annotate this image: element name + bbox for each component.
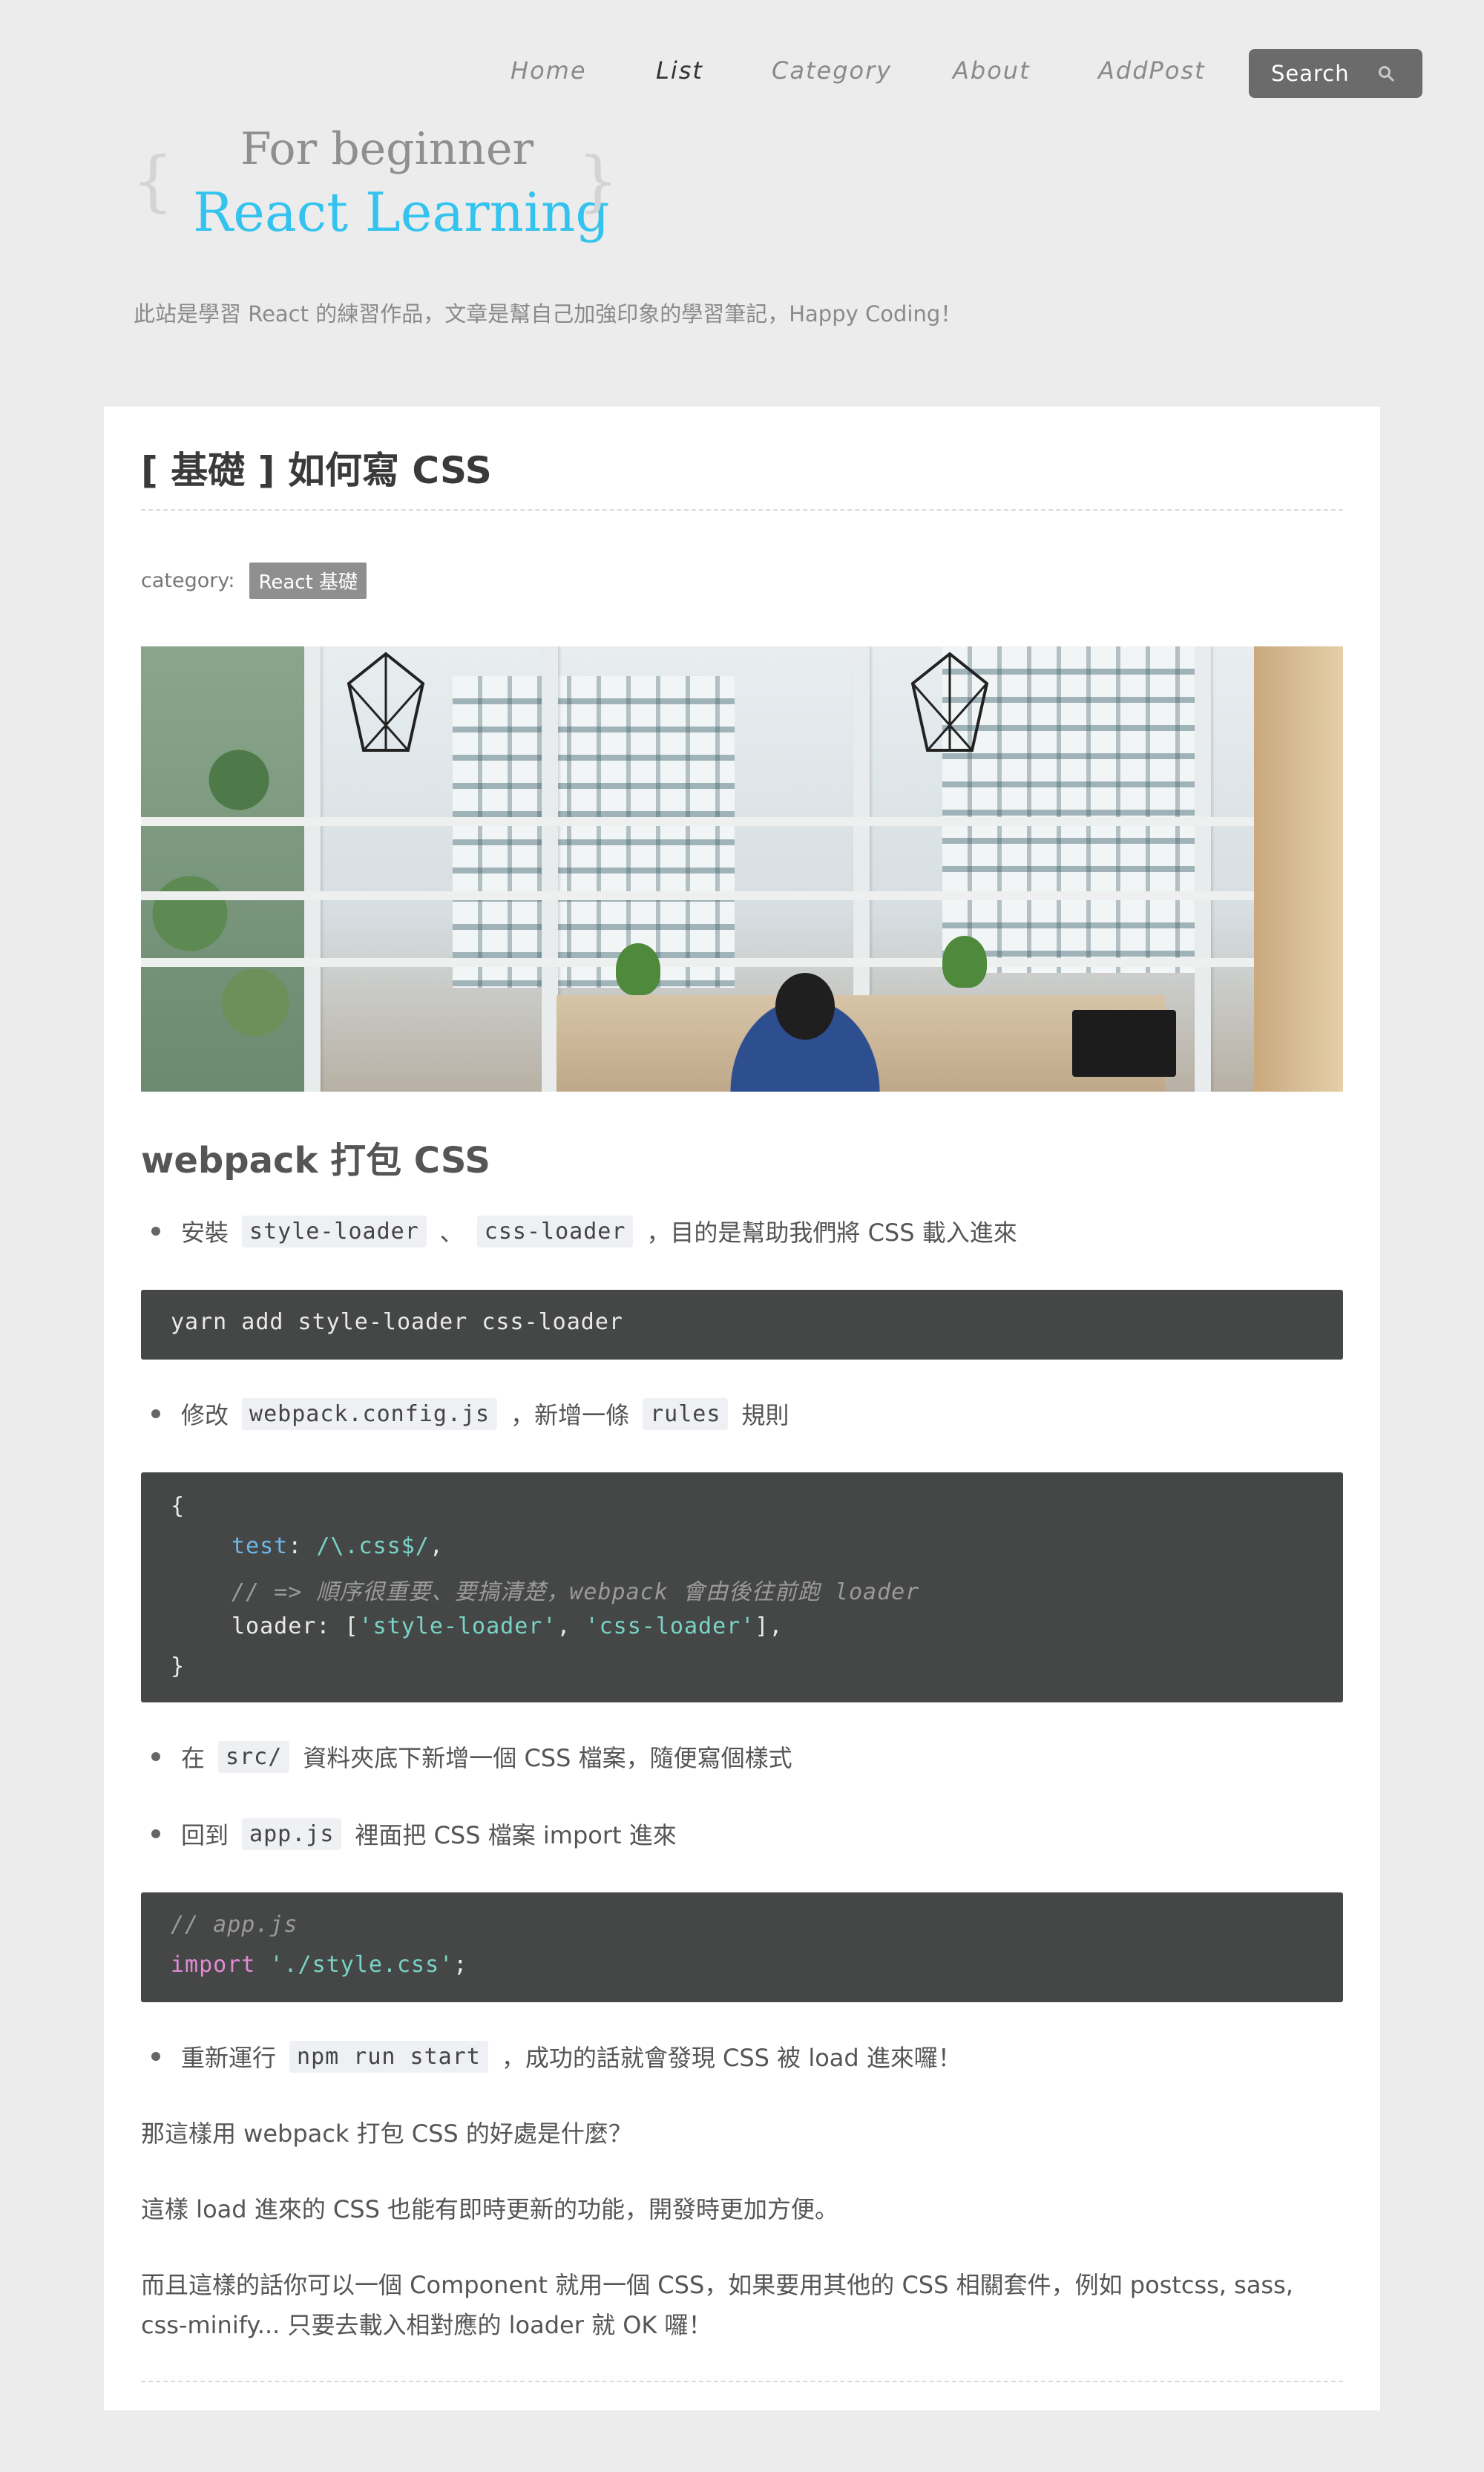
hero-window-rail [141,958,1343,967]
list-item-text: 裡面把 CSS 檔案 import 進來 [355,1821,677,1849]
code-token: import [171,1952,256,1978]
nav-item-addpost[interactable]: AddPost [1098,56,1206,85]
code-line: } [171,1653,186,1679]
code-block: // app.js import './style.css'; [141,1892,1343,2002]
hero-window-frame [304,646,321,1092]
code-line: yarn add style-loader css-loader [171,1309,623,1335]
inline-code: style-loader [242,1215,427,1248]
code-token: ; [453,1952,468,1978]
code-line: { [171,1493,186,1519]
hero-person-head [775,973,835,1040]
list-item: 回到 app.js 裡面把 CSS 檔案 import 進來 [141,1817,680,1851]
post-title: [ 基礎 ] 如何寫 CSS [141,449,492,492]
hero-plant [616,943,660,995]
list-item-text: ，成功的話就會發現 CSS 被 load 進來囉！ [501,2044,962,2072]
list-item-text: 規則 [741,1401,789,1429]
hero-window-rail [141,817,1343,826]
nav-item-category[interactable]: Category [772,56,892,85]
list-item-text: 修改 [181,1401,229,1429]
code-block: { test: /\.css$/, // => 順序很重要、要搞清楚，webpa… [141,1472,1343,1702]
hero-plant [942,936,987,988]
category-label: category: [141,569,235,592]
category-badge[interactable]: React 基礎 [249,563,367,599]
code-token: ], [755,1613,784,1639]
logo-brace-open: { [132,142,174,219]
paragraph: 這樣 load 進來的 CSS 也能有即時更新的功能，開發時更加方便。 [141,2195,839,2223]
code-token: loader [232,1613,317,1639]
hero-wood-panel [1254,646,1343,1092]
inline-code: css-loader [476,1215,634,1248]
search-icon [1379,66,1394,82]
hero-lamp-icon [347,652,425,752]
code-token: 'style-loader' [358,1613,557,1639]
inline-code: rules [643,1397,729,1430]
code-line: test: /\.css$/, [232,1533,444,1559]
list-item-text: 資料夾底下新增一個 CSS 檔案，隨便寫個樣式 [303,1744,792,1772]
code-token: /\.css$/ [316,1533,430,1559]
code-comment: // => 順序很重要、要搞清楚，webpack 會由後往前跑 loader [232,1579,920,1605]
logo-brace-close: } [577,142,619,219]
post-hero-image [141,646,1343,1092]
list-item-text: ，目的是幫助我們將 CSS 載入進來 [646,1219,1017,1247]
list-item-text: 重新運行 [181,2044,277,2072]
bullet-dot [151,1829,160,1838]
nav-item-list[interactable]: List [656,56,712,95]
list-item-text: ，新增一條 [510,1401,630,1429]
footer-divider [141,2381,1343,2382]
code-token: test [232,1533,289,1559]
list-item-text: 安裝 [181,1219,229,1247]
code-line: import './style.css'; [171,1952,467,1978]
bullet-dot [151,1227,160,1236]
code-token: , [556,1613,585,1639]
site-logo[interactable]: { For beginner React Learning } [132,119,619,252]
hero-laptop [1072,1010,1176,1077]
post-card: [ 基礎 ] 如何寫 CSS category: React 基礎 webpac… [104,407,1380,2410]
hero-window-frame [1195,646,1211,1092]
hero-window-rail [141,891,1343,900]
paragraph: 而且這樣的話你可以一個 Component 就用一個 CSS，如果要用其他的 C… [141,2271,1293,2339]
title-divider [141,509,1343,511]
nav-item-list-label: List [656,56,703,85]
hero-window-frame [542,646,558,1092]
list-item: 修改 webpack.config.js ，新增一條 rules 規則 [141,1397,792,1431]
hero-city-view [141,646,304,1092]
search-button-label: Search [1271,61,1350,86]
bullet-dot [151,1409,160,1418]
top-nav: Home List Category About AddPost Search [0,49,1484,98]
hero-lamp-icon [910,652,989,752]
site-tagline: 此站是學習 React 的練習作品，文章是幫自己加強印象的學習筆記，Happy … [134,301,962,327]
bullet-dot [151,2052,160,2061]
code-comment: // app.js [171,1912,298,1938]
code-block: yarn add style-loader css-loader [141,1290,1343,1360]
inline-code: app.js [242,1817,342,1850]
logo-subtitle: For beginner [240,123,534,175]
list-item: 安裝 style-loader 、 css-loader ，目的是幫助我們將 C… [141,1214,1020,1248]
nav-item-about[interactable]: About [953,56,1031,85]
list-item: 重新運行 npm run start ，成功的話就會發現 CSS 被 load … [141,2039,965,2073]
bullet-dot [151,1752,160,1761]
list-item-text: 回到 [181,1821,229,1849]
list-item-text: 在 [181,1744,206,1772]
logo-title: React Learning [193,181,610,243]
nav-item-home[interactable]: Home [510,56,587,85]
inline-code: webpack.config.js [242,1397,498,1430]
hero-building [453,676,735,988]
list-item-text: 、 [439,1219,464,1247]
search-button[interactable]: Search [1249,49,1422,98]
category-row: category: React 基礎 [141,563,367,599]
code-token: : [ [316,1613,359,1639]
code-token: , [429,1533,444,1559]
inline-code: npm run start [289,2040,488,2073]
code-token: 'css-loader' [585,1613,755,1639]
code-line: loader: ['style-loader', 'css-loader'], [232,1613,783,1639]
list-item: 在 src/ 資料夾底下新增一個 CSS 檔案，隨便寫個樣式 [141,1740,795,1774]
inline-code: src/ [218,1740,290,1773]
paragraph: 那這樣用 webpack 打包 CSS 的好處是什麼？ [141,2119,632,2148]
section-heading: webpack 打包 CSS [141,1140,490,1181]
code-token: './style.css' [269,1952,454,1978]
code-token: : [288,1533,317,1559]
